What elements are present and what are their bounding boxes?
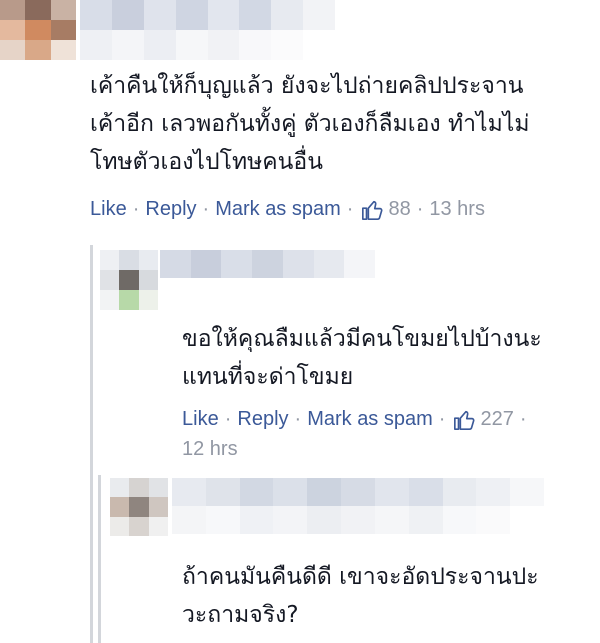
- thumbs-up-icon[interactable]: [361, 199, 383, 221]
- comment-thread: เค้าคืนให้ก็บุญแล้ว ยังจะไปถ่ายคลิปประจา…: [0, 0, 600, 643]
- avatar[interactable]: [0, 0, 76, 60]
- like-link[interactable]: Like: [182, 408, 219, 431]
- comment-line: ถ้าคนมันคืนดีดี เขาจะอัดประจานปะ: [182, 564, 539, 590]
- comment-text: ขอให้คุณลืมแล้วมีคนโขมยไปบ้างนะ แทนที่จะ…: [182, 320, 542, 396]
- comment-line: วะถามจริง?: [182, 602, 299, 628]
- thumbs-up-icon[interactable]: [453, 409, 475, 431]
- reply-link[interactable]: Reply: [145, 198, 196, 221]
- like-count[interactable]: 227: [480, 408, 513, 431]
- comment-line: เค้าอีก เลวพอกันทั้งคู่ ตัวเองก็ลืมเอง ท…: [90, 111, 530, 137]
- reply-link[interactable]: Reply: [237, 408, 288, 431]
- comment-text: ถ้าคนมันคืนดีดี เขาจะอัดประจานปะ วะถามจร…: [182, 558, 539, 634]
- reply-thread-line: [90, 245, 93, 643]
- comment-line: ขอให้คุณลืมแล้วมีคนโขมยไปบ้างนะ: [182, 326, 542, 352]
- commenter-name-censored[interactable]: [80, 0, 335, 60]
- commenter-name-censored[interactable]: [160, 250, 375, 278]
- comment-text: เค้าคืนให้ก็บุญแล้ว ยังจะไปถ่ายคลิปประจา…: [90, 67, 529, 181]
- commenter-name-censored[interactable]: [172, 478, 544, 534]
- avatar[interactable]: [100, 250, 158, 310]
- mark-as-spam-link[interactable]: Mark as spam: [215, 198, 341, 221]
- comment-line: แทนที่จะด่าโขมย: [182, 364, 354, 390]
- timestamp[interactable]: 13 hrs: [429, 198, 485, 221]
- reply-thread-line: [98, 475, 101, 643]
- comment-actions: Like · Reply · Mark as spam · 88 · 13 hr…: [90, 198, 485, 221]
- timestamp[interactable]: 12 hrs: [182, 438, 238, 461]
- like-count[interactable]: 88: [388, 198, 410, 221]
- comment-line: เค้าคืนให้ก็บุญแล้ว ยังจะไปถ่ายคลิปประจา…: [90, 73, 524, 99]
- avatar[interactable]: [110, 478, 168, 536]
- comment-line: โทษตัวเองไปโทษคนอื่น: [90, 149, 323, 175]
- comment-actions: Like · Reply · Mark as spam · 227 ·: [182, 408, 527, 431]
- mark-as-spam-link[interactable]: Mark as spam: [307, 408, 433, 431]
- like-link[interactable]: Like: [90, 198, 127, 221]
